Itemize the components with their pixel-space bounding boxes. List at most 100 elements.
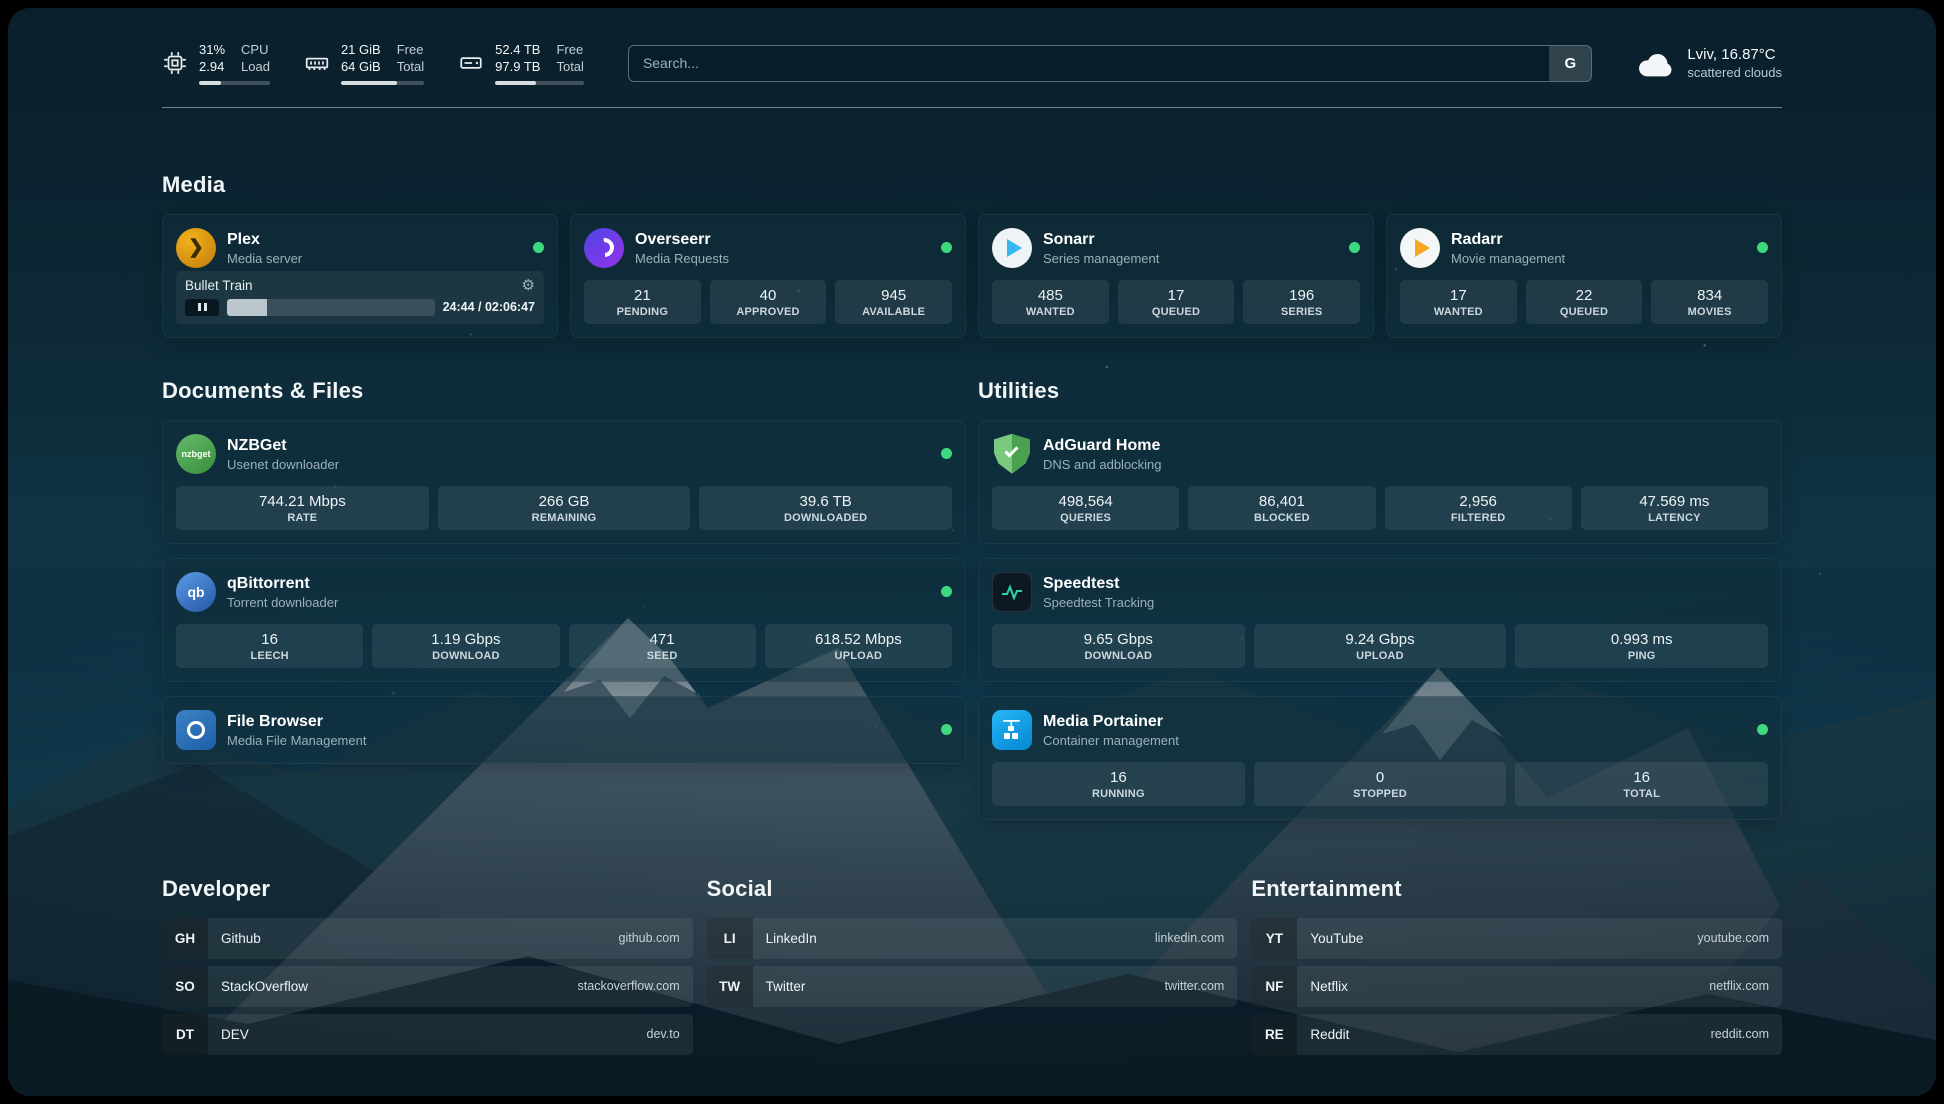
- app-card-nzbget[interactable]: nzbget NZBGet Usenet downloader 744.21 M…: [162, 420, 966, 544]
- app-name: qBittorrent: [227, 574, 338, 593]
- disk-widget: 52.4 TB 97.9 TB Free Total: [458, 42, 584, 85]
- app-card-sonarr[interactable]: Sonarr Series management 485WANTED 17QUE…: [978, 214, 1374, 338]
- bookmark-url: linkedin.com: [1155, 931, 1224, 945]
- filebrowser-icon: [176, 710, 216, 750]
- bookmark-name: Twitter: [766, 979, 806, 994]
- app-card-overseerr[interactable]: Overseerr Media Requests 21PENDING 40APP…: [570, 214, 966, 338]
- stat-box: 17WANTED: [1400, 280, 1517, 324]
- ram-total-label: Total: [397, 59, 424, 76]
- settings-icon[interactable]: ⚙: [522, 278, 535, 293]
- bookmark-youtube[interactable]: YT YouTube youtube.com: [1251, 918, 1782, 959]
- disk-progress-bar: [495, 81, 584, 85]
- search-input[interactable]: [628, 45, 1592, 82]
- stat-box: 498,564QUERIES: [992, 486, 1179, 530]
- app-card-plex[interactable]: ❯ Plex Media server Bullet Train ⚙: [162, 214, 558, 338]
- bookmark-abbr: YT: [1251, 918, 1297, 959]
- stat-box: 0.993 msPING: [1515, 624, 1768, 668]
- stat-box: 196SERIES: [1243, 280, 1360, 324]
- stat-box: 22QUEUED: [1526, 280, 1643, 324]
- cpu-percent: 31%: [199, 42, 225, 59]
- section-title-social: Social: [707, 876, 1238, 902]
- cpu-load-label: Load: [241, 59, 270, 76]
- app-description: Media Requests: [635, 251, 729, 266]
- app-name: Sonarr: [1043, 230, 1159, 249]
- bookmark-reddit[interactable]: RE Reddit reddit.com: [1251, 1014, 1782, 1055]
- section-title-documents: Documents & Files: [162, 378, 966, 404]
- bookmarks-developer: Developer GH Github github.com SO StackO…: [162, 876, 693, 1055]
- bookmark-url: github.com: [619, 931, 680, 945]
- ram-free-label: Free: [397, 42, 424, 59]
- playback-progress-bar[interactable]: [227, 299, 435, 316]
- bookmark-stackoverflow[interactable]: SO StackOverflow stackoverflow.com: [162, 966, 693, 1007]
- search-provider-button[interactable]: G: [1549, 46, 1591, 81]
- bookmark-name: StackOverflow: [221, 979, 308, 994]
- section-title-utilities: Utilities: [978, 378, 1782, 404]
- stat-box: 471SEED: [569, 624, 756, 668]
- stat-box: 0STOPPED: [1254, 762, 1507, 806]
- disk-free-label: Free: [556, 42, 583, 59]
- stat-box: 834MOVIES: [1651, 280, 1768, 324]
- bookmark-name: Github: [221, 931, 261, 946]
- app-card-speedtest[interactable]: Speedtest Speedtest Tracking 9.65 GbpsDO…: [978, 558, 1782, 682]
- ram-widget: 21 GiB 64 GiB Free Total: [304, 42, 424, 85]
- app-card-adguard[interactable]: AdGuard Home DNS and adblocking 498,564Q…: [978, 420, 1782, 544]
- app-description: Series management: [1043, 251, 1159, 266]
- sonarr-icon: [992, 228, 1032, 268]
- pause-button[interactable]: [185, 299, 219, 316]
- status-dot: [1757, 724, 1768, 735]
- portainer-icon: [992, 710, 1032, 750]
- bookmark-linkedin[interactable]: LI LinkedIn linkedin.com: [707, 918, 1238, 959]
- app-card-radarr[interactable]: Radarr Movie management 17WANTED 22QUEUE…: [1386, 214, 1782, 338]
- disk-total-label: Total: [556, 59, 583, 76]
- bookmark-url: stackoverflow.com: [578, 979, 680, 993]
- plex-icon: ❯: [176, 228, 216, 268]
- ram-progress-bar: [341, 81, 424, 85]
- app-card-qbittorrent[interactable]: qb qBittorrent Torrent downloader 16LEEC…: [162, 558, 966, 682]
- bookmarks-social: Social LI LinkedIn linkedin.com TW Twitt…: [707, 876, 1238, 1007]
- weather-location: Lviv, 16.87°C: [1687, 46, 1782, 63]
- cpu-widget: 31% 2.94 CPU Load: [162, 42, 270, 85]
- disk-total-value: 97.9 TB: [495, 59, 540, 76]
- cpu-progress-bar: [199, 81, 270, 85]
- app-card-portainer[interactable]: Media Portainer Container management 16R…: [978, 696, 1782, 820]
- bookmark-abbr: NF: [1251, 966, 1297, 1007]
- status-dot: [941, 724, 952, 735]
- bookmark-abbr: LI: [707, 918, 753, 959]
- stat-box: 1.19 GbpsDOWNLOAD: [372, 624, 559, 668]
- section-title-media: Media: [162, 172, 1782, 198]
- stat-box: 39.6 TBDOWNLOADED: [699, 486, 952, 530]
- bookmark-url: youtube.com: [1697, 931, 1769, 945]
- bookmark-github[interactable]: GH Github github.com: [162, 918, 693, 959]
- nzbget-icon: nzbget: [176, 434, 216, 474]
- app-card-filebrowser[interactable]: File Browser Media File Management: [162, 696, 966, 764]
- status-dot: [1349, 242, 1360, 253]
- cloud-icon: [1636, 48, 1676, 78]
- app-description: Usenet downloader: [227, 457, 339, 472]
- app-name: AdGuard Home: [1043, 436, 1162, 455]
- memory-icon: [304, 50, 330, 76]
- qbittorrent-icon: qb: [176, 572, 216, 612]
- bookmark-abbr: RE: [1251, 1014, 1297, 1055]
- app-description: DNS and adblocking: [1043, 457, 1162, 472]
- app-name: Overseerr: [635, 230, 729, 249]
- cpu-label: CPU: [241, 42, 270, 59]
- system-metrics: 31% 2.94 CPU Load: [162, 42, 584, 85]
- bookmark-dev[interactable]: DT DEV dev.to: [162, 1014, 693, 1055]
- stat-box: 9.24 GbpsUPLOAD: [1254, 624, 1507, 668]
- stat-box: 16RUNNING: [992, 762, 1245, 806]
- bookmark-twitter[interactable]: TW Twitter twitter.com: [707, 966, 1238, 1007]
- stat-box: 47.569 msLATENCY: [1581, 486, 1768, 530]
- bookmark-abbr: SO: [162, 966, 208, 1007]
- cpu-load-value: 2.94: [199, 59, 225, 76]
- stat-box: 945AVAILABLE: [835, 280, 952, 324]
- search-bar: G: [628, 45, 1592, 82]
- app-description: Speedtest Tracking: [1043, 595, 1154, 610]
- status-dot: [941, 242, 952, 253]
- app-name: Speedtest: [1043, 574, 1154, 593]
- bookmark-name: YouTube: [1310, 931, 1363, 946]
- bookmark-netflix[interactable]: NF Netflix netflix.com: [1251, 966, 1782, 1007]
- stat-box: 2,956FILTERED: [1385, 486, 1572, 530]
- stat-box: 266 GBREMAINING: [438, 486, 691, 530]
- stat-box: 16TOTAL: [1515, 762, 1768, 806]
- stat-box: 16LEECH: [176, 624, 363, 668]
